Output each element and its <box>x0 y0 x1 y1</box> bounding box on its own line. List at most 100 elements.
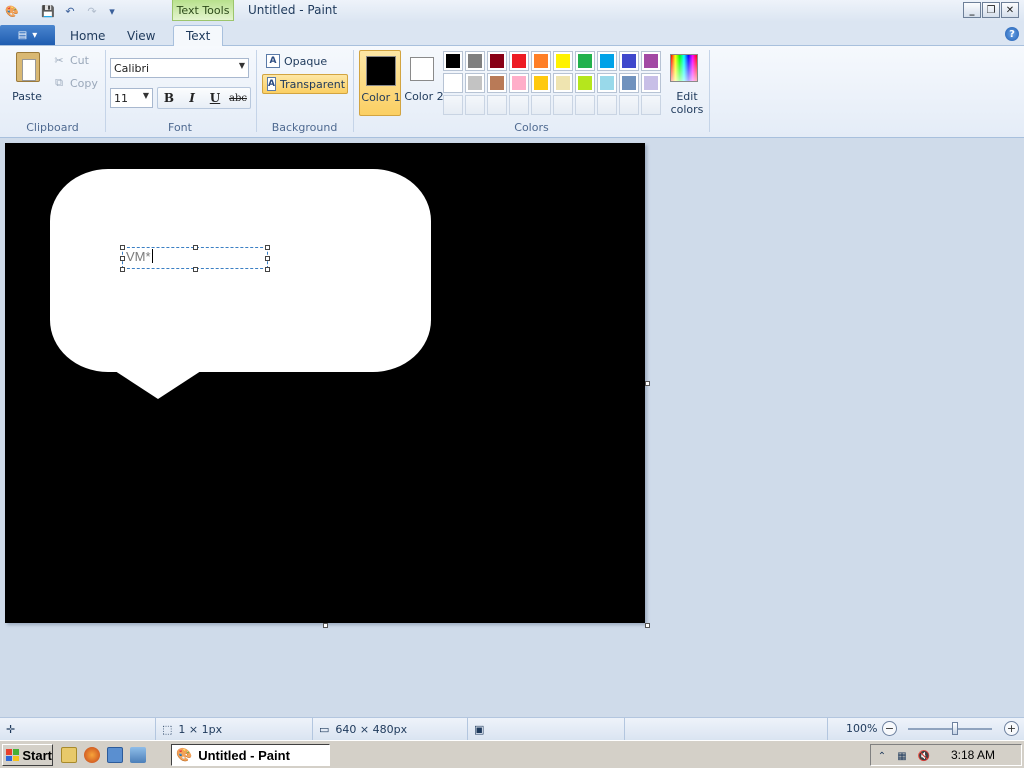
palette-swatch[interactable] <box>597 51 617 71</box>
resize-handle[interactable] <box>193 245 198 250</box>
custom-color-slot[interactable] <box>443 95 463 115</box>
taskbar-paint-button[interactable]: 🎨 Untitled - Paint <box>171 744 330 766</box>
tab-home[interactable]: Home <box>58 25 117 46</box>
text-edit-box[interactable]: VM* <box>120 245 270 272</box>
paint-menu-button[interactable]: ▤ ▾ <box>0 25 55 45</box>
color2-button[interactable]: Color 2 <box>403 50 444 116</box>
custom-color-slot[interactable] <box>619 95 639 115</box>
resize-handle[interactable] <box>120 267 125 272</box>
paint-quicklaunch-icon[interactable] <box>130 747 146 763</box>
paste-button[interactable]: Paste <box>8 50 46 106</box>
palette-swatch[interactable] <box>487 73 507 93</box>
restore-button[interactable]: ❐ <box>982 2 1000 18</box>
clock[interactable]: 3:18 AM <box>951 748 995 762</box>
group-divider <box>709 50 710 132</box>
save-icon[interactable]: 💾 <box>40 3 56 19</box>
custom-color-slot[interactable] <box>531 95 551 115</box>
canvas-resize-handle-right[interactable] <box>645 381 650 386</box>
color1-button[interactable]: Color 1 <box>359 50 401 116</box>
font-family-select[interactable]: Calibri ▼ <box>110 58 249 78</box>
palette-swatch[interactable] <box>553 51 573 71</box>
resize-handle[interactable] <box>265 267 270 272</box>
color2-swatch <box>410 57 434 81</box>
resize-handle[interactable] <box>265 245 270 250</box>
palette-swatch[interactable] <box>641 73 661 93</box>
palette-swatch[interactable] <box>553 73 573 93</box>
palette-swatch[interactable] <box>487 51 507 71</box>
zoom-slider-thumb[interactable] <box>952 722 958 735</box>
palette-swatch[interactable] <box>509 73 529 93</box>
explorer-icon[interactable] <box>61 747 77 763</box>
custom-color-slot[interactable] <box>487 95 507 115</box>
palette-swatch[interactable] <box>443 51 463 71</box>
palette-swatch[interactable] <box>575 51 595 71</box>
opaque-button[interactable]: A Opaque <box>262 51 331 71</box>
transparent-label: Transparent <box>279 77 346 91</box>
palette-swatch[interactable] <box>465 51 485 71</box>
custom-color-slot[interactable] <box>641 95 661 115</box>
custom-color-slot[interactable] <box>465 95 485 115</box>
start-label: Start <box>22 747 52 763</box>
undo-icon[interactable]: ↶ <box>62 3 78 19</box>
resize-handle[interactable] <box>120 256 125 261</box>
strikethrough-button[interactable]: abc <box>227 88 249 108</box>
customize-qat-icon[interactable]: ▾ <box>104 3 120 19</box>
palette-swatch[interactable] <box>597 73 617 93</box>
network-icon[interactable] <box>107 747 123 763</box>
canvas-resize-handle-bottom[interactable] <box>323 623 328 628</box>
network-tray-icon[interactable]: ▦ <box>895 749 909 763</box>
chevron-up-icon[interactable]: ⌃ <box>875 749 889 763</box>
palette-swatch[interactable] <box>531 73 551 93</box>
custom-color-slot[interactable] <box>575 95 595 115</box>
font-family-value: Calibri <box>114 61 150 75</box>
opaque-icon: A <box>266 54 280 68</box>
tab-view[interactable]: View <box>115 25 167 46</box>
resize-handle[interactable] <box>193 267 198 272</box>
canvas-size-cell: ▭ 640 × 480px <box>313 718 468 740</box>
canvas-workspace[interactable]: VM* <box>0 138 1024 717</box>
italic-button[interactable]: I <box>181 88 203 108</box>
selection-size-cell: ⬚ 1 × 1px <box>156 718 313 740</box>
canvas-resize-handle-corner[interactable] <box>645 623 650 628</box>
zoom-out-button[interactable]: − <box>882 721 897 736</box>
underline-button[interactable]: U <box>204 88 226 108</box>
cut-button[interactable]: ✂ Cut <box>52 53 89 67</box>
tab-text[interactable]: Text <box>173 25 224 47</box>
swatch-fill <box>600 54 614 68</box>
close-button[interactable]: ✕ <box>1001 2 1019 18</box>
custom-color-slot[interactable] <box>597 95 617 115</box>
paint-app-icon[interactable]: 🎨 <box>4 3 20 19</box>
edit-colors-button[interactable]: Edit colors <box>666 50 703 116</box>
palette-swatch[interactable] <box>465 73 485 93</box>
selection-size: 1 × 1px <box>178 722 223 736</box>
palette-swatch[interactable] <box>509 51 529 71</box>
palette-swatch[interactable] <box>619 51 639 71</box>
minimize-button[interactable]: _ <box>963 2 981 18</box>
resize-handle[interactable] <box>265 256 270 261</box>
font-size-select[interactable]: 11 ▼ <box>110 88 153 108</box>
palette-swatch[interactable] <box>531 51 551 71</box>
palette-swatch[interactable] <box>575 73 595 93</box>
redo-icon[interactable]: ↷ <box>84 3 100 19</box>
firefox-icon[interactable] <box>84 747 100 763</box>
zoom-in-button[interactable]: + <box>1004 721 1019 736</box>
palette-swatch[interactable] <box>619 73 639 93</box>
custom-color-slot[interactable] <box>509 95 529 115</box>
help-icon[interactable]: ? <box>1005 27 1019 41</box>
zoom-slider-track[interactable] <box>908 728 992 730</box>
transparent-button[interactable]: A Transparent <box>262 74 348 94</box>
bold-button[interactable]: B <box>158 88 180 108</box>
drawing-canvas[interactable]: VM* <box>5 143 645 623</box>
custom-color-slot[interactable] <box>553 95 573 115</box>
volume-muted-icon[interactable]: 🔇 <box>917 749 931 763</box>
font-group-label: Font <box>168 121 192 134</box>
system-tray: ⌃ ▦ 🔇 3:18 AM <box>870 744 1022 766</box>
text-content[interactable]: VM* <box>126 249 153 264</box>
chevron-down-icon: ▾ <box>32 29 38 41</box>
palette-swatch[interactable] <box>443 73 463 93</box>
palette-swatch[interactable] <box>641 51 661 71</box>
start-button[interactable]: Start <box>2 744 53 766</box>
resize-handle[interactable] <box>120 245 125 250</box>
swatch-fill <box>446 76 460 90</box>
copy-button[interactable]: ⧉ Copy <box>52 76 98 90</box>
